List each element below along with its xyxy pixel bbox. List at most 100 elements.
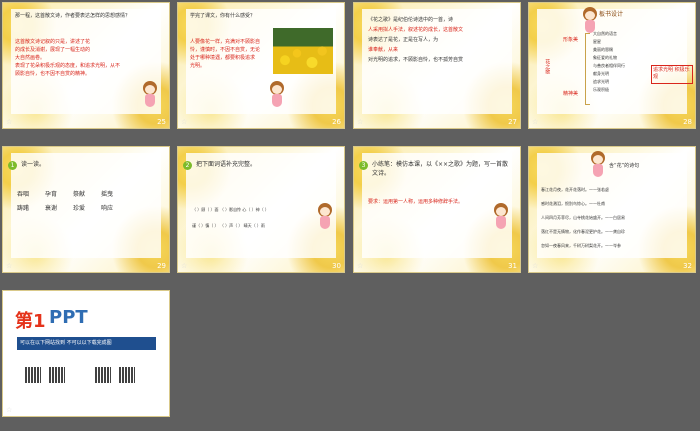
cartoon-girl-icon xyxy=(492,203,510,233)
slide-thumbnail-30[interactable]: 2 把下面词语补充完整。 （ ）顾（ ）面 （ ）影自怜 心（ ）神（ ） 谨（ ）慎… xyxy=(177,146,345,273)
slide-text-line: 大自然画卷。 xyxy=(15,55,46,61)
qr-code-icon xyxy=(49,367,65,383)
poem-line: 感时花溅泪，恨别鸟惊心。——杜甫 xyxy=(541,201,605,206)
slide-text-line: 对光明的追求，不顾影自怜，也不孤芳自赏 xyxy=(368,57,464,63)
slide-thumbnail-26[interactable]: 学完了课文，你有什么感受？ 人要像花一样，充满对不顾影自 怜，谨慎时，不因不自赏，无… xyxy=(177,2,345,129)
poem-line: 春江花月夜，花开花落时。——张若虚 xyxy=(541,187,609,192)
step-badge: 1 xyxy=(8,161,17,170)
word: 祭献 xyxy=(73,191,86,198)
slide-number: 31 xyxy=(508,262,517,270)
girl-face xyxy=(145,85,155,94)
slide-number: 29 xyxy=(157,262,166,270)
step-badge: 2 xyxy=(183,161,192,170)
cartoon-girl-icon xyxy=(268,81,286,111)
slide-star-icon[interactable]: ☆ xyxy=(357,118,363,126)
board-item: 美丽的恩赐 xyxy=(593,47,613,52)
board-item: 乐观积极 xyxy=(593,87,609,92)
slide-text-line: 顾影自怜，也不因不自赏的精神。 xyxy=(15,71,91,77)
slide-text-line: 诗表达了是花，正是在写人，为 xyxy=(368,37,439,43)
board-right: 追求光明 积极乐观 xyxy=(651,65,693,84)
slide-text-line: 学完了课文，你有什么感受？ xyxy=(190,13,256,19)
slide-thumbnail-25[interactable]: 那一程，这首散文诗，作者要表达怎样的思想感情？ 这首散文诗记叙的只是，讲述了花 的成… xyxy=(2,2,170,129)
board-bracket xyxy=(585,33,590,105)
poem-line: 人间四月芳菲尽，山寺桃花始盛开。——白居易 xyxy=(541,215,625,220)
requirement: 要求：运用第一人称，运用多种修辞手法。 xyxy=(368,199,464,205)
board-left: 花之歌 xyxy=(544,59,551,74)
slide-number: 27 xyxy=(508,118,517,126)
girl-face xyxy=(272,85,282,94)
slide-number: 32 xyxy=(683,262,692,270)
board-item: 与善良者相伴同行 xyxy=(593,63,625,68)
logo-text-b: PPT xyxy=(49,307,88,328)
fill-row: 谨（ ）慎（ ） （ ）声（ ） 晴天（ ）雨 xyxy=(192,223,265,228)
flower-photo xyxy=(273,28,333,74)
slide-thumbnail-29[interactable]: 1 读一读。吞咽 孕育 祭献 摇曳踌躇 衰谢 珍爱 响应 29 ☆ xyxy=(2,146,170,273)
poem-line: 忽如一夜春风来，千树万树梨花开。——岑参 xyxy=(541,243,621,248)
board-item: 追求光明 xyxy=(593,79,609,84)
poem-line: 落红不是无情物，化作春泥更护花。——龚自珍 xyxy=(541,229,625,234)
slide-star-icon[interactable]: ☆ xyxy=(532,262,538,270)
girl-face xyxy=(585,11,595,20)
cartoon-girl-icon xyxy=(589,151,607,181)
girl-body xyxy=(272,94,282,107)
slide-text-line: 表现了花朵积极乐观的态度，和追求光明，从不 xyxy=(15,63,121,69)
board-title: 板书设计 xyxy=(599,11,624,18)
word: 珍爱 xyxy=(73,205,86,212)
slide-star-icon[interactable]: ☆ xyxy=(6,406,12,414)
slide-star-icon[interactable]: ☆ xyxy=(357,262,363,270)
cartoon-girl-icon xyxy=(141,81,159,111)
word: 响应 xyxy=(101,205,114,212)
slide-number: 30 xyxy=(332,262,341,270)
slide-title: 小练笔：模仿本课，以《××之歌》为题，写一首散文诗。 xyxy=(372,161,509,177)
slide-star-icon[interactable]: ☆ xyxy=(181,262,187,270)
step-badge: 3 xyxy=(359,161,368,170)
board-item: 象征爱的礼物 xyxy=(593,55,617,60)
poem-title: 含“花”的诗句 xyxy=(609,163,640,169)
logo-text: 第1 xyxy=(15,311,46,332)
slide-title: 把下面词语补充完整。 xyxy=(196,161,257,168)
word: 孕育 xyxy=(45,191,58,198)
qr-code-icon xyxy=(25,367,41,383)
word: 摇曳 xyxy=(101,191,114,198)
slide-number: 28 xyxy=(683,118,692,126)
slide-thumbnail-33[interactable]: 第1 PPT 可以在以下网站找到 不可以以下载完成图 33 ☆ xyxy=(2,290,170,417)
board-mid2: 精神美 xyxy=(563,91,579,97)
slide-text-line: 那一程，这首散文诗，作者要表达怎样的思想感情？ xyxy=(15,13,131,19)
slide-text-line: 谁奉献，从来 xyxy=(368,47,399,53)
slide-star-icon[interactable]: ☆ xyxy=(532,118,538,126)
slide-content xyxy=(537,9,687,114)
slide-thumbnail-28[interactable]: 板书设计花之歌 形象美精神美 大自然的语言 星星美丽的恩赐象征爱的礼物与善良者相伴同行… xyxy=(528,2,696,129)
girl-body xyxy=(145,94,155,107)
board-mid1: 形象美 xyxy=(563,37,579,43)
slide-star-icon[interactable]: ☆ xyxy=(6,262,12,270)
girl-face xyxy=(593,155,603,164)
girl-body xyxy=(496,216,506,229)
girl-body xyxy=(593,164,603,177)
qr-code-icon xyxy=(95,367,111,383)
girl-face xyxy=(496,207,506,216)
fill-row: （ ）顾（ ）面 （ ）影自怜 心（ ）神（ ） xyxy=(192,207,269,212)
board-item: 大自然的语言 xyxy=(593,31,617,36)
slide-title: 读一读。 xyxy=(21,161,46,168)
slide-text-line: 人采用拟人手法，叙述花的成长，这首散文 xyxy=(368,27,464,33)
girl-face xyxy=(320,207,330,216)
slide-number: 33 xyxy=(157,406,166,414)
slide-star-icon[interactable]: ☆ xyxy=(6,118,12,126)
girl-body xyxy=(320,216,330,229)
slide-number: 25 xyxy=(157,118,166,126)
slide-thumbnail-31[interactable]: 3 小练笔：模仿本课，以《××之歌》为题，写一首散文诗。要求：运用第一人称，运用多… xyxy=(353,146,521,273)
slide-star-icon[interactable]: ☆ xyxy=(181,118,187,126)
info-bar: 可以在以下网站找到 不可以以下载完成图 xyxy=(17,337,156,350)
slide-text-line: 的成长及消谢，展现了一幅生动的 xyxy=(15,47,91,53)
word: 衰谢 xyxy=(45,205,58,212)
slide-text-line: 这首散文诗记叙的只是，讲述了花 xyxy=(15,39,91,45)
word: 踌躇 xyxy=(17,205,30,212)
slide-thumbnail-27[interactable]: 《花之歌》是纪伯伦诗选中的一首，诗人采用拟人手法，叙述花的成长，这首散文 诗表达了… xyxy=(353,2,521,129)
word: 吞咽 xyxy=(17,191,30,198)
qr-code-icon xyxy=(119,367,135,383)
slide-text-line: 《花之歌》是纪伯伦诗选中的一首，诗 xyxy=(368,17,454,23)
slide-thumbnail-32[interactable]: 含“花”的诗句春江花月夜，花开花落时。——张若虚 感时花溅泪，恨别鸟惊心。——杜甫… xyxy=(528,146,696,273)
board-item: 星星 xyxy=(593,39,601,44)
board-item: 献身光明 xyxy=(593,71,609,76)
slide-number: 26 xyxy=(332,118,341,126)
